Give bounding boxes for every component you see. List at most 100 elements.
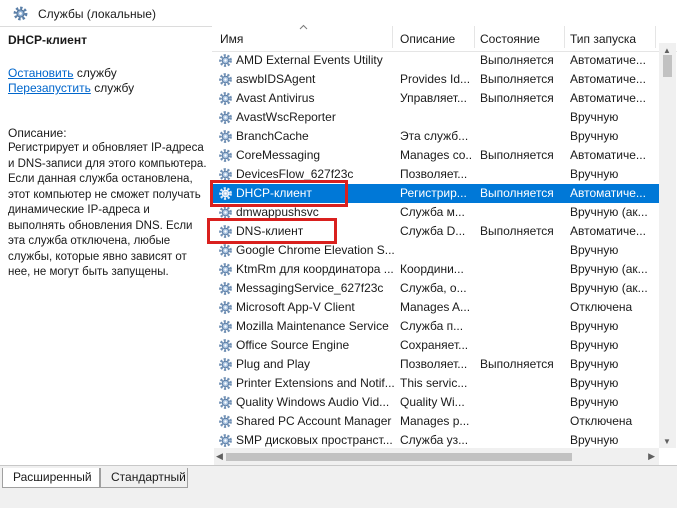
service-gear-icon bbox=[219, 434, 232, 447]
service-row[interactable]: DNS-клиент Служба D... Выполняется Автомати… bbox=[212, 222, 659, 241]
scroll-right-icon[interactable]: ▶ bbox=[648, 451, 655, 462]
scroll-up-icon[interactable]: ▲ bbox=[663, 46, 671, 55]
horizontal-scrollbar[interactable]: ◀ ▶ bbox=[214, 448, 659, 465]
service-name: KtmRm для координатора ... bbox=[236, 262, 394, 276]
sort-ascending-icon bbox=[299, 24, 308, 30]
service-row[interactable]: CoreMessaging Manages co... Выполняется Авт… bbox=[212, 146, 659, 165]
window-title: Службы (локальные) bbox=[38, 7, 156, 21]
service-startup-type: Автоматиче... bbox=[570, 53, 646, 67]
description-label: Описание: bbox=[8, 126, 67, 140]
service-gear-icon bbox=[219, 282, 232, 295]
service-state: Выполняется bbox=[480, 72, 554, 86]
column-header-name[interactable]: Имя bbox=[220, 32, 243, 46]
service-name: DevicesFlow_627f23c bbox=[236, 167, 354, 181]
column-divider[interactable] bbox=[392, 26, 393, 48]
service-gear-icon bbox=[219, 187, 232, 200]
service-name: Microsoft App-V Client bbox=[236, 300, 355, 314]
service-gear-icon bbox=[219, 358, 232, 371]
service-gear-icon bbox=[219, 244, 232, 257]
service-name: MessagingService_627f23c bbox=[236, 281, 384, 295]
service-name: Mozilla Maintenance Service bbox=[236, 319, 389, 333]
service-description: Manages co... bbox=[400, 148, 472, 162]
service-name: Office Source Engine bbox=[236, 338, 350, 352]
service-row[interactable]: Microsoft App-V Client Manages A... Отключ… bbox=[212, 298, 659, 317]
service-row[interactable]: AMD External Events Utility Выполняется Ав… bbox=[212, 51, 659, 70]
service-gear-icon bbox=[219, 339, 232, 352]
service-startup-type: Отключена bbox=[570, 414, 633, 428]
service-row[interactable]: DevicesFlow_627f23c Позволяет... Вручную bbox=[212, 165, 659, 184]
service-row[interactable]: aswbIDSAgent Provides Id... Выполняется Авт… bbox=[212, 70, 659, 89]
horizontal-scroll-thumb[interactable] bbox=[226, 453, 572, 461]
service-startup-type: Вручную bbox=[570, 338, 619, 352]
column-header-startup[interactable]: Тип запуска bbox=[570, 32, 636, 46]
service-row[interactable]: Avast Antivirus Управляет... Выполняется Ав… bbox=[212, 89, 659, 108]
service-row[interactable]: KtmRm для координатора ... Координи... Вру… bbox=[212, 260, 659, 279]
service-row[interactable]: Office Source Engine Сохраняет... Вручную bbox=[212, 336, 659, 355]
service-row[interactable]: MessagingService_627f23c Служба, о... Вруч… bbox=[212, 279, 659, 298]
service-row[interactable]: Quality Windows Audio Vid... Quality Wi..… bbox=[212, 393, 659, 412]
description-text: Регистрирует и обновляет IP-адреса и DNS… bbox=[8, 142, 207, 278]
service-startup-type: Вручную (ак... bbox=[570, 262, 648, 276]
vertical-scroll-thumb[interactable] bbox=[663, 55, 672, 77]
service-gear-icon bbox=[219, 301, 232, 314]
service-row[interactable]: AvastWscReporter Вручную bbox=[212, 108, 659, 127]
service-description: Координи... bbox=[400, 262, 464, 276]
service-row[interactable]: Plug and Play Позволяет... Выполняется Вруч… bbox=[212, 355, 659, 374]
service-name: aswbIDSAgent bbox=[236, 72, 316, 86]
restart-service-link[interactable]: Перезапустить bbox=[8, 81, 91, 95]
service-state: Выполняется bbox=[480, 186, 554, 200]
service-row[interactable]: Printer Extensions and Notif... This serv… bbox=[212, 374, 659, 393]
stop-action: Остановить службу bbox=[8, 66, 117, 80]
service-name: dmwappushsvc bbox=[236, 205, 319, 219]
service-description: Manages A... bbox=[400, 300, 471, 314]
service-row[interactable]: DHCP-клиент Регистрир... Выполняется Автома… bbox=[212, 184, 659, 203]
service-description: Служба м... bbox=[400, 205, 465, 219]
stop-action-suffix: службу bbox=[73, 66, 117, 80]
service-startup-type: Вручную bbox=[570, 129, 619, 143]
service-row[interactable]: Google Chrome Elevation S... Вручную bbox=[212, 241, 659, 260]
service-row[interactable]: BranchCache Эта служб... Вручную bbox=[212, 127, 659, 146]
column-divider[interactable] bbox=[655, 26, 656, 48]
gear-icon bbox=[13, 6, 28, 21]
service-gear-icon bbox=[219, 225, 232, 238]
service-gear-icon bbox=[219, 73, 232, 86]
service-description: Позволяет... bbox=[400, 167, 468, 181]
service-startup-type: Автоматиче... bbox=[570, 72, 646, 86]
vertical-scrollbar[interactable]: ▲ ▼ bbox=[659, 43, 676, 448]
service-description: Регистрир... bbox=[400, 186, 467, 200]
stop-service-link[interactable]: Остановить bbox=[8, 66, 74, 80]
service-gear-icon bbox=[219, 206, 232, 219]
service-startup-type: Отключена bbox=[570, 300, 633, 314]
service-name: Google Chrome Elevation S... bbox=[236, 243, 395, 257]
service-startup-type: Автоматиче... bbox=[570, 224, 646, 238]
service-startup-type: Вручную bbox=[570, 319, 619, 333]
column-divider[interactable] bbox=[564, 26, 565, 48]
scroll-down-icon[interactable]: ▼ bbox=[663, 437, 671, 446]
service-description: Служба уз... bbox=[400, 433, 469, 447]
service-gear-icon bbox=[219, 415, 232, 428]
service-description: Позволяет... bbox=[400, 357, 468, 371]
column-header-description[interactable]: Описание bbox=[400, 32, 455, 46]
service-startup-type: Вручную bbox=[570, 376, 619, 390]
service-name: CoreMessaging bbox=[236, 148, 321, 162]
tab-standard[interactable]: Стандартный bbox=[100, 468, 188, 488]
scroll-left-icon[interactable]: ◀ bbox=[216, 451, 223, 462]
column-divider[interactable] bbox=[474, 26, 475, 48]
column-header-state[interactable]: Состояние bbox=[480, 32, 540, 46]
service-startup-type: Вручную bbox=[570, 357, 619, 371]
view-tabs: Расширенный Стандартный bbox=[0, 465, 677, 508]
service-name: DHCP-клиент bbox=[236, 186, 312, 200]
service-startup-type: Вручную bbox=[570, 167, 619, 181]
tab-extended[interactable]: Расширенный bbox=[2, 468, 100, 488]
service-row[interactable]: Shared PC Account Manager Manages p... Отк… bbox=[212, 412, 659, 431]
service-description: This servic... bbox=[400, 376, 468, 390]
service-gear-icon bbox=[219, 111, 232, 124]
service-startup-type: Вручную bbox=[570, 395, 619, 409]
service-description: Служба п... bbox=[400, 319, 464, 333]
service-state: Выполняется bbox=[480, 224, 554, 238]
service-name: Avast Antivirus bbox=[236, 91, 315, 105]
service-gear-icon bbox=[219, 168, 232, 181]
service-row[interactable]: dmwappushsvc Служба м... Вручную (ак... bbox=[212, 203, 659, 222]
service-startup-type: Вручную bbox=[570, 110, 619, 124]
service-row[interactable]: Mozilla Maintenance Service Служба п... Вр… bbox=[212, 317, 659, 336]
